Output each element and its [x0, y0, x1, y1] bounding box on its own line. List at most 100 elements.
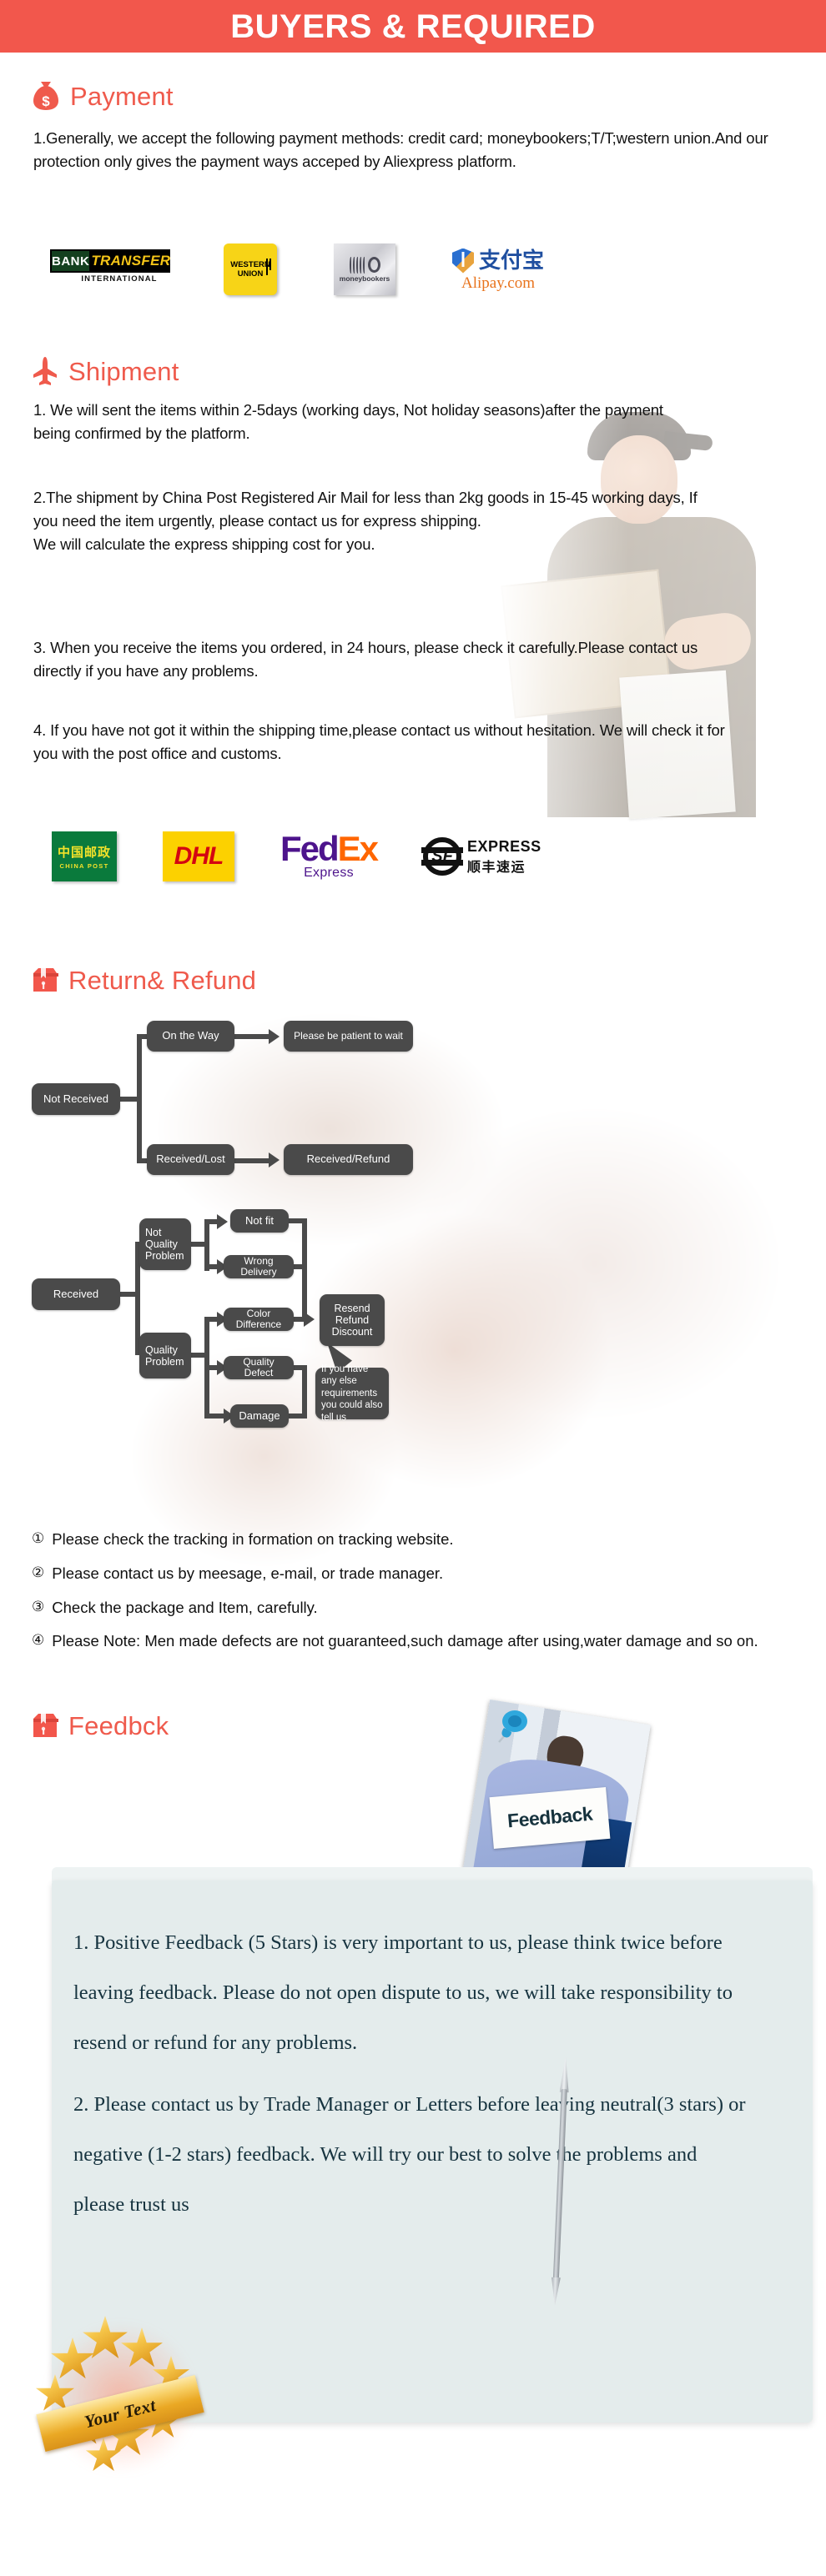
connector — [289, 1414, 307, 1419]
flow-node-quality-defect: Quality Defect — [224, 1356, 294, 1379]
sf-cn-text: 顺丰速运 — [467, 858, 526, 875]
list-item-number: ③ — [32, 1598, 45, 1614]
flow-node-resend-refund-discount: Resend Refund Discount — [320, 1294, 385, 1346]
section-label-shipment: Shipment — [68, 356, 179, 386]
shipment-paragraph-3: 3. When you receive the items you ordere… — [33, 639, 698, 680]
feedback-box-icon — [33, 1714, 58, 1737]
flow-node-received-refund: Received/Refund — [284, 1144, 413, 1175]
flow-node-received: Received — [32, 1278, 120, 1310]
flow-node-not-fit: Not fit — [230, 1209, 289, 1233]
section-heading-feedback: Feedbck — [32, 1711, 169, 1740]
shield-icon — [452, 248, 474, 274]
china-post-logo: 中国邮政 CHINA POST — [52, 831, 117, 881]
flow-node-color-difference: Color Difference — [224, 1308, 294, 1331]
wu-bars-icon — [266, 259, 271, 275]
list-item-text: Please contact us by meesage, e-mail, or… — [52, 1564, 444, 1582]
flow-node-not-quality-problem: Not Quality Problem — [139, 1218, 191, 1270]
connector — [234, 1034, 271, 1039]
connector — [234, 1158, 271, 1163]
shipment-paragraph-4: 4. If you have not got it within the shi… — [33, 721, 725, 763]
flow-node-received-lost: Received/Lost — [147, 1144, 234, 1175]
flow-node-quality-problem: Quality Problem — [139, 1333, 191, 1378]
moneybookers-wave-icon — [349, 256, 380, 274]
arrow-icon — [304, 1312, 315, 1327]
arrow-icon — [269, 1152, 280, 1167]
list-item: ① Please check the tracking in formation… — [32, 1528, 799, 1551]
airplane-icon — [33, 357, 57, 385]
connector — [137, 1034, 142, 1163]
pushpin-icon — [498, 1710, 527, 1743]
bank-transfer-main: BANK — [50, 249, 92, 273]
western-union-logo: WESTERN UNION — [224, 244, 277, 295]
dhl-logo: DHL — [163, 831, 234, 881]
feedback-text-block: 1. Positive Feedback (5 Stars) is very i… — [73, 1918, 749, 2242]
sf-express-logo: SF EXPRESS 顺丰速运 — [421, 837, 541, 876]
bank-transfer-accent: TRANSFER — [91, 249, 171, 273]
section-label-payment: Payment — [70, 81, 174, 111]
connector — [302, 1365, 307, 1417]
star-badge: Your Text — [33, 2312, 209, 2483]
feedback-photo: Feedback — [463, 1700, 651, 1894]
connector — [204, 1219, 209, 1271]
sf-en-text: EXPRESS — [467, 837, 541, 855]
connector — [302, 1264, 307, 1318]
alipay-logo: 支付宝 Alipay.com — [452, 248, 545, 292]
bank-transfer-logo: BANK TRANSFER INTERNATIONAL — [50, 249, 171, 289]
flow-node-on-the-way: On the Way — [147, 1021, 234, 1052]
payment-paragraph: 1.Generally, we accept the following pay… — [33, 129, 768, 171]
arrow-icon — [269, 1029, 280, 1044]
flow-node-else-requirements: If you have any else requirements you co… — [315, 1364, 389, 1423]
payment-logo-row: BANK TRANSFER INTERNATIONAL WESTERN UNIO… — [50, 244, 544, 295]
fedex-logo: FedEx Express — [280, 828, 379, 881]
flow-node-damage: Damage — [230, 1404, 289, 1428]
china-post-en: CHINA POST — [59, 862, 109, 870]
list-item-number: ① — [32, 1530, 45, 1546]
shipment-paragraph-1: 1. We will sent the items within 2-5days… — [33, 401, 663, 443]
list-item: ③ Check the package and Item, carefully. — [32, 1596, 799, 1619]
fedex-part1: Fed — [280, 828, 340, 868]
shipment-logo-row: 中国邮政 CHINA POST DHL FedEx Express SF EXP… — [52, 831, 541, 881]
arrow-icon — [217, 1214, 228, 1229]
list-item-number: ④ — [32, 1632, 45, 1649]
section-heading-return-refund: Return& Refund — [32, 966, 256, 994]
list-item-number: ② — [32, 1564, 45, 1580]
connector — [302, 1218, 307, 1268]
section-heading-shipment: Shipment — [32, 356, 179, 386]
list-item-text: Check the package and Item, carefully. — [52, 1598, 318, 1616]
page-banner: BUYERS & REQUIRED — [0, 0, 826, 53]
fedex-part2: Ex — [337, 828, 379, 868]
list-item: ② Please contact us by meesage, e-mail, … — [32, 1562, 799, 1585]
moneybookers-label: moneybookers — [339, 274, 390, 283]
alipay-cn-text: 支付宝 — [479, 248, 545, 274]
svg-text:$: $ — [42, 93, 50, 109]
feedback-sign: Feedback — [489, 1787, 612, 1849]
china-post-cn: 中国邮政 — [57, 845, 111, 860]
feedback-paragraph-2: 2. Please contact us by Trade Manager or… — [73, 2093, 746, 2217]
bank-transfer-sub: INTERNATIONAL — [81, 274, 158, 284]
list-item-text: Please Note: Men made defects are not gu… — [52, 1632, 758, 1650]
feedback-paragraph-1: 1. Positive Feedback (5 Stars) is very i… — [73, 1931, 733, 2055]
list-item-text: Please check the tracking in formation o… — [52, 1530, 454, 1548]
list-item: ④ Please Note: Men made defects are not … — [32, 1629, 799, 1653]
section-label-feedback: Feedbck — [68, 1710, 169, 1740]
feedback-sign-text: Feedback — [506, 1803, 594, 1833]
flow-node-please-wait: Please be patient to wait — [284, 1021, 413, 1052]
flow-node-wrong-delivery: Wrong Delivery — [224, 1255, 294, 1278]
return-refund-flowchart: Not Received On the Way Please be patien… — [0, 1001, 826, 1584]
return-notes-list: ① Please check the tracking in formation… — [32, 1528, 799, 1664]
alipay-domain: Alipay.com — [461, 274, 535, 292]
wu-line2: UNION — [237, 269, 264, 279]
sf-mark-icon: SF — [421, 837, 464, 876]
money-bag-icon: $ — [33, 82, 58, 110]
return-box-icon — [33, 968, 58, 992]
section-heading-payment: $ Payment — [32, 80, 174, 112]
section-label-return-refund: Return& Refund — [68, 965, 257, 995]
fedex-sub: Express — [304, 866, 354, 881]
wu-line1: WESTERN — [230, 260, 270, 269]
sf-mark-text: SF — [431, 846, 453, 866]
dhl-label: DHL — [174, 842, 224, 870]
shipment-paragraph-2: 2.The shipment by China Post Registered … — [33, 489, 698, 554]
moneybookers-logo: moneybookers — [334, 244, 395, 295]
page-root: BUYERS & REQUIRED $ Payment 1.Generally,… — [0, 0, 826, 2576]
page-title: BUYERS & REQUIRED — [230, 8, 596, 45]
